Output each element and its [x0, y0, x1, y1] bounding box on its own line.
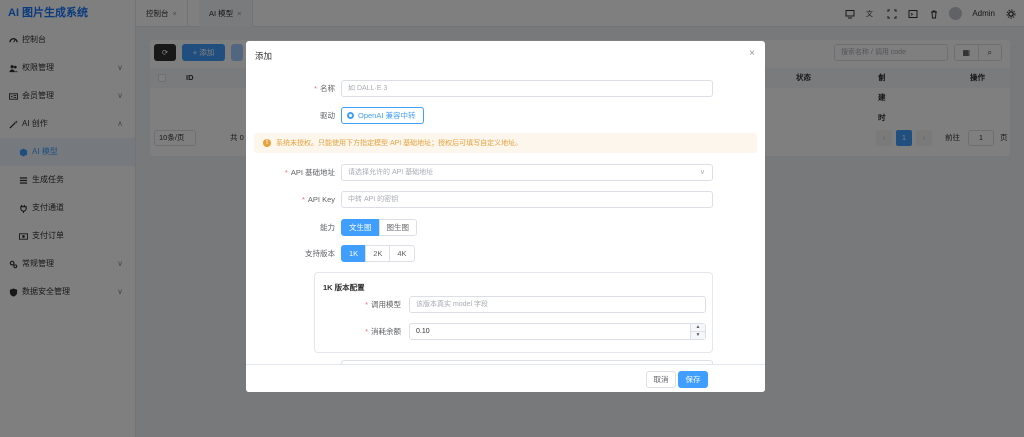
warning-icon: ! [263, 139, 271, 147]
close-icon[interactable]: × [749, 48, 755, 59]
name-input[interactable]: 如 DALL·E 3 [341, 80, 713, 97]
field-label: * 调用模型 [365, 300, 401, 309]
api-base-select[interactable]: 请选择允许的 API 基础地址 ∨ [341, 164, 713, 181]
form-row-driver: 驱动 OpenAI 兼容中转 [246, 107, 765, 124]
form-row-model: * 调用模型 该版本真实 model 字段 [315, 296, 712, 313]
save-button[interactable]: 保存 [678, 371, 708, 388]
version-config-card: 1K 版本配置 * 调用模型 该版本真实 model 字段 * 消耗余额 0.10 … [314, 272, 713, 353]
capability-option-text-to-image[interactable]: 文生图 [341, 219, 380, 236]
form-row-versions: 支持版本 1K 2K 4K [246, 245, 765, 262]
dialog-body: * 名称 如 DALL·E 3 驱动 OpenAI 兼容中转 ! 系统未授权。只能… [246, 71, 765, 364]
license-warning-alert: ! 系统未授权。只能使用下方指定模型 API 基础地址；授权后可填写自定义地址。 [254, 133, 757, 153]
cancel-button[interactable]: 取消 [646, 371, 676, 388]
field-label: * API 基础地址 [284, 168, 335, 177]
cost-stepper: ▲ ▼ [690, 324, 705, 339]
cost-input[interactable]: 0.10 ▲ ▼ [409, 323, 706, 340]
driver-option-label: OpenAI 兼容中转 [358, 111, 416, 120]
form-row-api-base: * API 基础地址 请选择允许的 API 基础地址 ∨ [246, 164, 765, 181]
capability-toggle: 文生图 图生图 [341, 219, 417, 236]
form-row-api-key: * API Key 中转 API 的密钥 [246, 191, 765, 208]
chevron-down-icon: ∨ [699, 169, 705, 176]
field-label: 能力 [320, 223, 335, 232]
dialog-title: 添加 [255, 51, 273, 61]
capability-option-image-to-image[interactable]: 图生图 [378, 219, 417, 236]
dialog-footer: 取消 保存 [246, 364, 765, 392]
field-label: 驱动 [320, 111, 335, 120]
version-toggle: 1K 2K 4K [341, 245, 415, 262]
increment-icon[interactable]: ▲ [691, 324, 705, 331]
form-row-capability: 能力 文生图 图生图 [246, 219, 765, 236]
driver-radio[interactable]: OpenAI 兼容中转 [341, 107, 424, 124]
alert-text: 系统未授权。只能使用下方指定模型 API 基础地址；授权后可填写自定义地址。 [276, 140, 523, 147]
form-row-cost: * 消耗余额 0.10 ▲ ▼ [315, 323, 712, 340]
add-model-dialog: 添加 × * 名称 如 DALL·E 3 驱动 OpenAI 兼容中转 ! 系统未… [246, 41, 765, 392]
field-label: 支持版本 [305, 249, 335, 258]
form-row-name: * 名称 如 DALL·E 3 [246, 80, 765, 97]
radio-checked-icon [347, 112, 354, 119]
version-config-title: 1K 版本配置 [323, 283, 365, 292]
version-option-2k[interactable]: 2K [365, 245, 391, 262]
field-label: * 名称 [314, 84, 335, 93]
field-label: * API Key [301, 195, 335, 204]
decrement-icon[interactable]: ▼ [691, 331, 705, 338]
version-option-4k[interactable]: 4K [389, 245, 415, 262]
api-key-input[interactable]: 中转 API 的密钥 [341, 191, 713, 208]
model-input[interactable]: 该版本真实 model 字段 [409, 296, 706, 313]
field-label: * 消耗余额 [365, 327, 401, 336]
version-option-1k[interactable]: 1K [341, 245, 367, 262]
